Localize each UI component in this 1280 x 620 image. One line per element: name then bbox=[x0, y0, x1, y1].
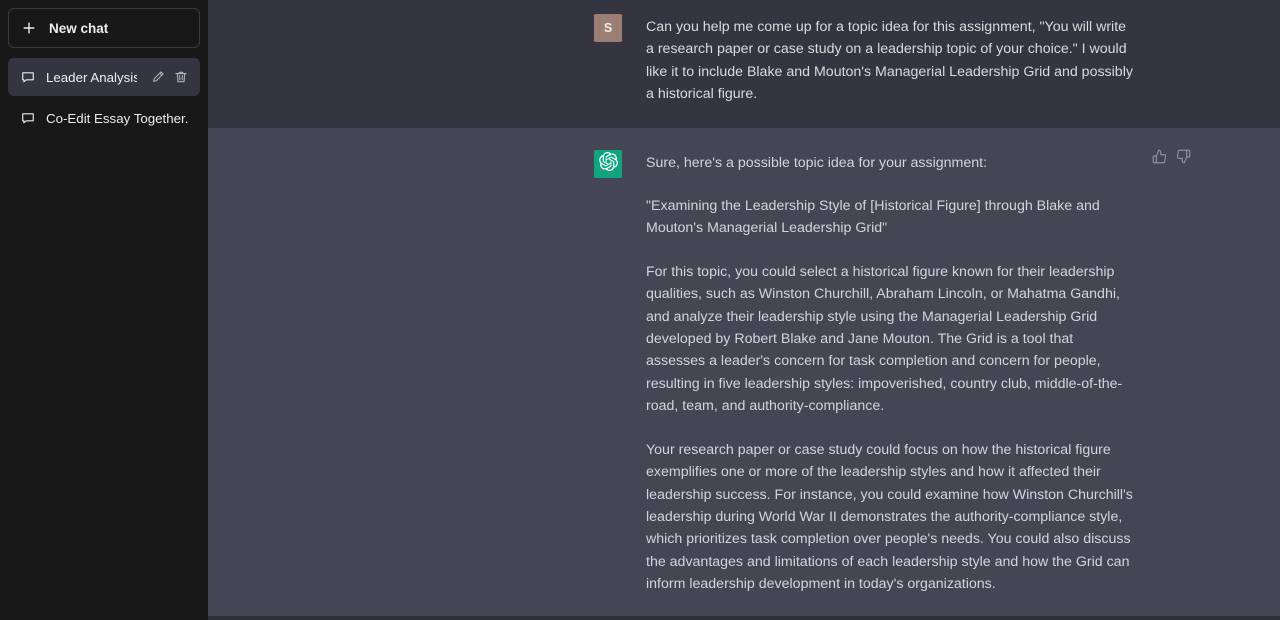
paragraph: Sure, here's a possible topic idea for y… bbox=[646, 154, 988, 171]
message-thread: S Can you help me come up for a topic id… bbox=[208, 0, 1280, 620]
paragraph: Can you help me come up for a topic idea… bbox=[646, 19, 1133, 103]
sidebar: New chat Leader Analysis w/ Bla bbox=[0, 0, 208, 620]
openai-logo-icon bbox=[598, 151, 618, 176]
message-user-body: Can you help me come up for a topic idea… bbox=[646, 14, 1136, 106]
new-chat-button[interactable]: New chat bbox=[8, 8, 200, 48]
chat-bubble-icon bbox=[20, 70, 35, 85]
conversation-list: Leader Analysis w/ Bla bbox=[8, 58, 200, 137]
feedback-controls bbox=[1150, 148, 1192, 166]
conversation-title: Leader Analysis w/ Bla bbox=[46, 69, 137, 85]
new-chat-label: New chat bbox=[49, 20, 109, 36]
paragraph: "Examining the Leadership Style of [Hist… bbox=[646, 198, 1100, 237]
chat-bubble-icon bbox=[20, 111, 35, 126]
avatar-user: S bbox=[594, 14, 622, 42]
avatar-assistant bbox=[594, 149, 622, 178]
paragraph: For this topic, you could select a histo… bbox=[646, 263, 1123, 415]
thumbs-down-icon[interactable] bbox=[1174, 148, 1192, 166]
message-user: S Can you help me come up for a topic id… bbox=[208, 0, 1280, 128]
conversation-title: Co-Edit Essay Together. bbox=[46, 110, 188, 126]
thumbs-up-icon[interactable] bbox=[1150, 148, 1168, 166]
plus-icon bbox=[21, 20, 37, 36]
sidebar-item-leader-analysis[interactable]: Leader Analysis w/ Bla bbox=[8, 58, 200, 96]
sidebar-item-co-edit-essay[interactable]: Co-Edit Essay Together. bbox=[8, 99, 200, 137]
avatar-initial: S bbox=[603, 21, 613, 35]
bottom-divider bbox=[208, 616, 1280, 620]
trash-icon[interactable] bbox=[173, 70, 188, 85]
pencil-icon[interactable] bbox=[150, 70, 165, 85]
message-assistant-body: Sure, here's a possible topic idea for y… bbox=[646, 150, 1136, 620]
conversation-panel: S Can you help me come up for a topic id… bbox=[208, 0, 1280, 620]
conversation-actions bbox=[150, 70, 188, 85]
chatgpt-app: New chat Leader Analysis w/ Bla bbox=[0, 0, 1280, 620]
paragraph: Your research paper or case study could … bbox=[646, 441, 1133, 593]
message-assistant: Sure, here's a possible topic idea for y… bbox=[208, 127, 1280, 620]
